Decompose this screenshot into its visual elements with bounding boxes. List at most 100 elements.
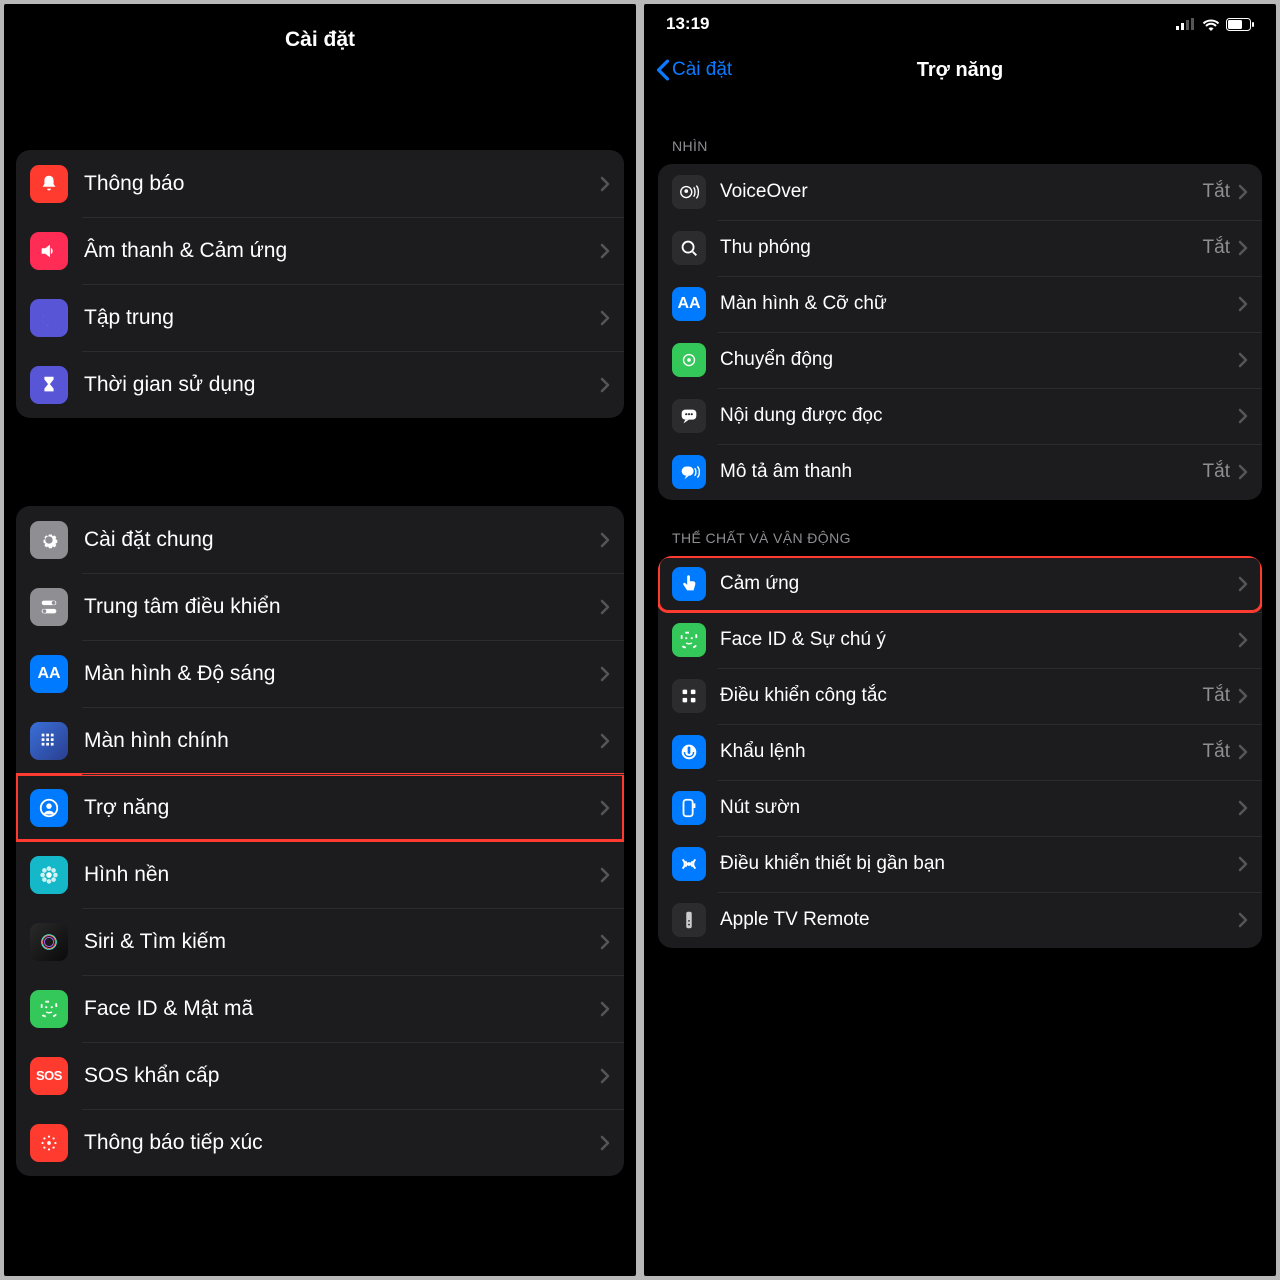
row-screentime[interactable]: Thời gian sử dụng (16, 351, 624, 418)
status-icons (1176, 18, 1254, 31)
motion-icon (678, 349, 700, 371)
row-sounds[interactable]: Âm thanh & Cảm ứng (16, 217, 624, 284)
row-value: Tắt (1203, 237, 1230, 259)
aa-icon-wrap: AA (672, 287, 706, 321)
voiceover-icon (678, 181, 700, 203)
row-label: Thông báo (84, 172, 600, 196)
chevron-right-icon (1238, 744, 1248, 760)
row-label: Cài đặt chung (84, 528, 600, 552)
switch-icon (678, 685, 700, 707)
row-label: Mô tả âm thanh (720, 461, 1203, 483)
row-value: Tắt (1203, 461, 1230, 483)
row-label: Thời gian sử dụng (84, 373, 600, 397)
row-exposure[interactable]: Thông báo tiếp xúc (16, 1109, 624, 1176)
chevron-right-icon (1238, 800, 1248, 816)
person-circle-icon-wrap (30, 789, 68, 827)
chevron-right-icon (600, 1135, 610, 1151)
chevron-right-icon (1238, 688, 1248, 704)
row-value: Tắt (1203, 741, 1230, 763)
switches-icon (38, 596, 60, 618)
row-face-attention[interactable]: Face ID & Sự chú ý (658, 612, 1262, 668)
row-wallpaper[interactable]: Hình nền (16, 841, 624, 908)
face-icon (38, 998, 60, 1020)
accessibility-screen: 13:19 Cài đặt Trợ năng NHÌN VoiceOver Tắ… (644, 4, 1276, 1276)
row-appletv[interactable]: Apple TV Remote (658, 892, 1262, 948)
back-button[interactable]: Cài đặt (656, 59, 732, 81)
row-label: Thông báo tiếp xúc (84, 1131, 600, 1155)
chevron-right-icon (600, 377, 610, 393)
speech-icon (678, 405, 700, 427)
row-notifications[interactable]: Thông báo (16, 150, 624, 217)
row-accessibility[interactable]: Trợ năng (16, 774, 624, 841)
row-display-text[interactable]: AA Màn hình & Cỡ chữ (658, 276, 1262, 332)
row-siri[interactable]: Siri & Tìm kiếm (16, 908, 624, 975)
switches-icon-wrap (30, 588, 68, 626)
chevron-right-icon (1238, 912, 1248, 928)
settings-group: Cài đặt chung Trung tâm điều khiển AA Mà… (16, 506, 624, 1176)
button-icon-wrap (672, 791, 706, 825)
row-motion[interactable]: Chuyển động (658, 332, 1262, 388)
row-label: Nội dung được đọc (720, 405, 1238, 427)
chevron-right-icon (600, 1001, 610, 1017)
remote-icon (678, 909, 700, 931)
aa-icon-wrap: AA (30, 655, 68, 693)
settings-content: Thông báo Âm thanh & Cảm ứng Tập trung T… (4, 76, 636, 1196)
accessibility-content: NHÌN VoiceOver Tắt Thu phóng Tắt AA Màn … (644, 96, 1276, 968)
siri-icon-wrap (30, 923, 68, 961)
gear-icon (38, 529, 60, 551)
row-label: Màn hình & Cỡ chữ (720, 293, 1238, 315)
row-label: Trợ năng (84, 796, 600, 820)
speaker-icon (38, 240, 60, 262)
chevron-right-icon (600, 666, 610, 682)
chevron-right-icon (1238, 296, 1248, 312)
row-focus[interactable]: Tập trung (16, 284, 624, 351)
section-header: NHÌN (658, 96, 1262, 164)
page-title: Cài đặt (285, 28, 355, 52)
face-icon-wrap (672, 623, 706, 657)
face-icon (678, 629, 700, 651)
row-spoken[interactable]: Nội dung được đọc (658, 388, 1262, 444)
row-zoom[interactable]: Thu phóng Tắt (658, 220, 1262, 276)
settings-root-screen: Cài đặt Thông báo Âm thanh & Cảm ứng Tập… (4, 4, 636, 1276)
chevron-right-icon (1238, 856, 1248, 872)
touch-icon (678, 573, 700, 595)
status-time: 13:19 (666, 14, 709, 34)
row-audio-desc[interactable]: Mô tả âm thanh Tắt (658, 444, 1262, 500)
bell-icon-wrap (30, 165, 68, 203)
row-homescreen[interactable]: Màn hình chính (16, 707, 624, 774)
row-sos[interactable]: SOS SOS khẩn cấp (16, 1042, 624, 1109)
zoom-icon-wrap (672, 231, 706, 265)
wifi-icon (1202, 18, 1220, 31)
row-value: Tắt (1203, 685, 1230, 707)
row-nearby[interactable]: Điều khiển thiết bị gần bạn (658, 836, 1262, 892)
row-display[interactable]: AA Màn hình & Độ sáng (16, 640, 624, 707)
row-voice-control[interactable]: Khẩu lệnh Tắt (658, 724, 1262, 780)
face-icon-wrap (30, 990, 68, 1028)
grid-icon (38, 730, 60, 752)
bell-icon (38, 173, 60, 195)
hourglass-icon (38, 374, 60, 396)
chevron-right-icon (1238, 464, 1248, 480)
row-faceid[interactable]: Face ID & Mật mã (16, 975, 624, 1042)
row-label: Siri & Tìm kiếm (84, 930, 600, 954)
zoom-icon (678, 237, 700, 259)
speaker-icon-wrap (30, 232, 68, 270)
row-general[interactable]: Cài đặt chung (16, 506, 624, 573)
row-side-button[interactable]: Nút sườn (658, 780, 1262, 836)
row-voiceover[interactable]: VoiceOver Tắt (658, 164, 1262, 220)
dots-icon-wrap (30, 1124, 68, 1162)
flower-icon-wrap (30, 856, 68, 894)
row-switch-control[interactable]: Điều khiển công tắc Tắt (658, 668, 1262, 724)
row-label: Màn hình chính (84, 729, 600, 753)
nav-bar: Cài đặt Trợ năng (644, 44, 1276, 96)
chevron-right-icon (1238, 352, 1248, 368)
chevron-right-icon (600, 867, 610, 883)
row-label: VoiceOver (720, 181, 1203, 203)
row-controlcenter[interactable]: Trung tâm điều khiển (16, 573, 624, 640)
grid-icon-wrap (30, 722, 68, 760)
row-touch[interactable]: Cảm ứng (658, 556, 1262, 612)
chevron-right-icon (600, 733, 610, 749)
speech-icon-wrap (672, 399, 706, 433)
row-label: Điều khiển thiết bị gần bạn (720, 853, 1238, 875)
nearby-icon-wrap (672, 847, 706, 881)
